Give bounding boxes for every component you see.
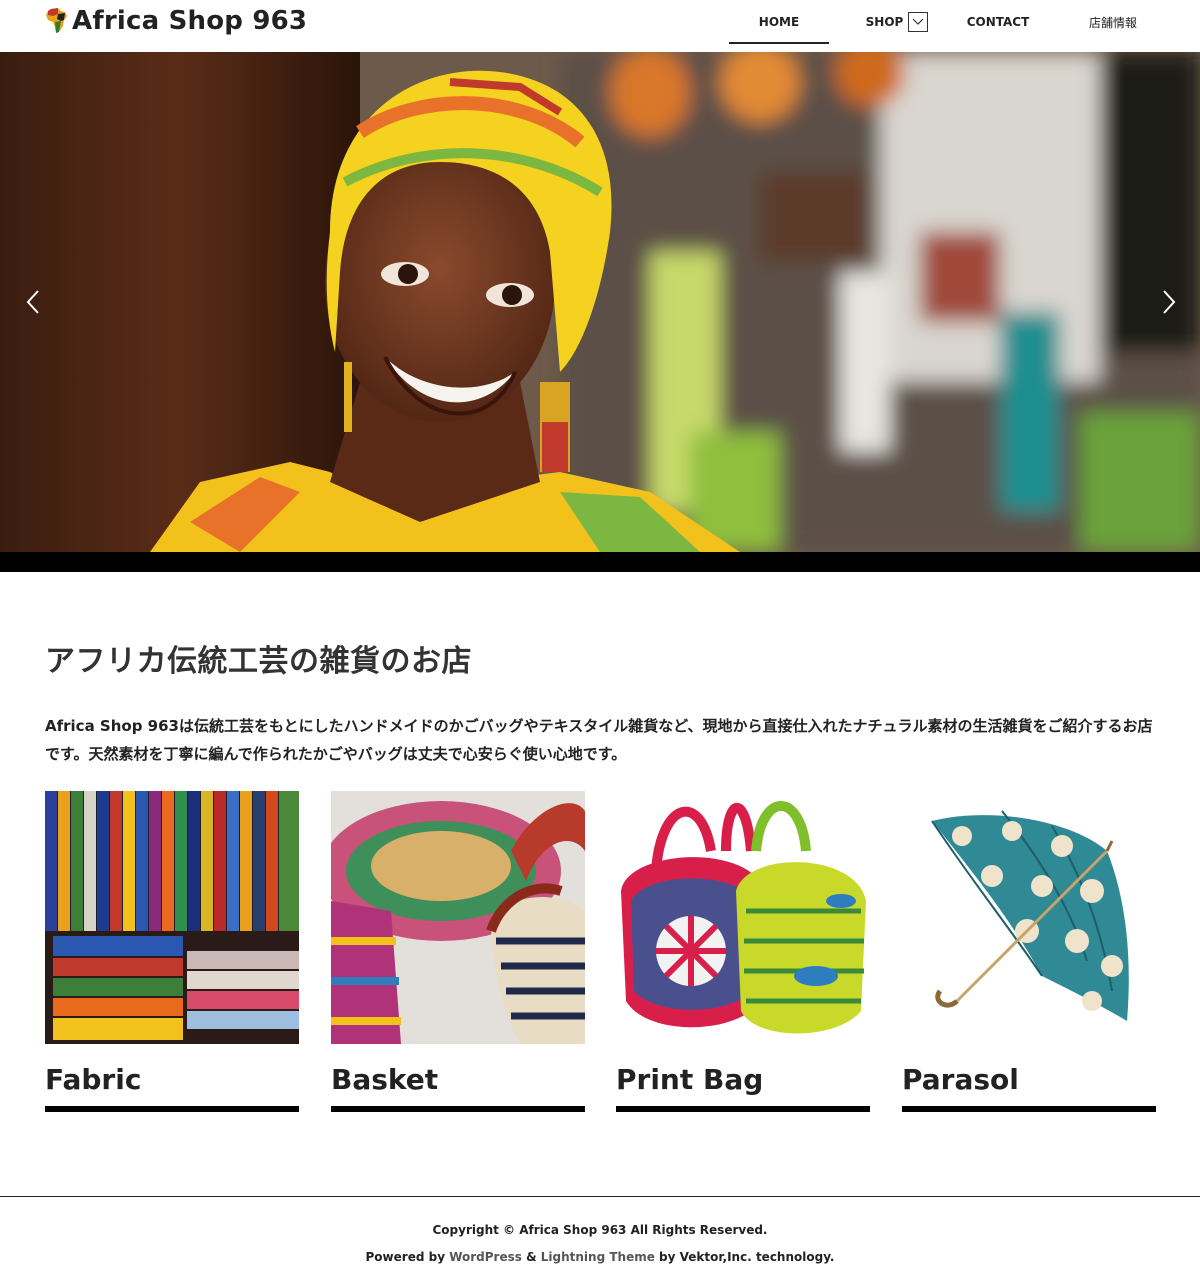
fabric-image	[45, 791, 299, 1044]
nav-home-label: HOME	[758, 15, 800, 29]
lightning-theme-link[interactable]: Lightning Theme	[541, 1250, 655, 1264]
chevron-right-icon	[1163, 290, 1176, 314]
slider-next-button[interactable]	[1154, 287, 1184, 317]
site-logo[interactable]: Africa Shop 963	[45, 4, 307, 38]
title-underline	[45, 1106, 299, 1112]
site-title: Africa Shop 963	[72, 6, 308, 36]
africa-map-icon	[46, 8, 67, 33]
powered-by-vendor: by Vektor,Inc. technology.	[659, 1250, 835, 1264]
site-header: Africa Shop 963 HOME SHOP CONTACT 店舗情報	[0, 0, 1200, 52]
active-indicator	[729, 42, 829, 44]
category-card-parasol[interactable]: Parasol	[902, 791, 1156, 1112]
slider-prev-button[interactable]	[18, 287, 48, 317]
powered-by-amp: &	[526, 1250, 537, 1264]
copyright-text: Copyright © Africa Shop 963 All Rights R…	[432, 1223, 768, 1237]
category-title: Print Bag	[616, 1063, 764, 1096]
nav-shop-label: SHOP	[865, 15, 904, 29]
main-nav: HOME SHOP CONTACT 店舗情報	[728, 0, 1168, 52]
parasol-image	[902, 791, 1156, 1044]
title-underline	[331, 1106, 585, 1112]
wordpress-link[interactable]: WordPress	[449, 1250, 522, 1264]
basket-image	[331, 791, 585, 1044]
page-title: アフリカ伝統工芸の雑貨のお店	[45, 644, 472, 679]
category-title: Parasol	[902, 1063, 1019, 1096]
slider-bottom-bar	[0, 552, 1200, 572]
nav-store-info-label: 店舗情報	[1088, 15, 1137, 30]
footer-divider	[0, 1196, 1200, 1197]
print-bag-image	[616, 791, 870, 1044]
title-underline	[616, 1106, 870, 1112]
chevron-down-icon[interactable]	[908, 12, 929, 32]
nav-contact-label: CONTACT	[966, 15, 1030, 29]
nav-home[interactable]: HOME	[728, 0, 830, 44]
category-title: Fabric	[45, 1063, 142, 1096]
category-title: Basket	[331, 1063, 439, 1096]
powered-by: Powered by WordPress & Lightning Theme b…	[0, 1250, 1200, 1264]
nav-shop[interactable]: SHOP	[848, 0, 946, 44]
category-card-print-bag[interactable]: Print Bag	[616, 791, 870, 1112]
chevron-left-icon	[26, 290, 39, 314]
powered-by-prefix: Powered by	[365, 1250, 446, 1264]
hero-image	[0, 52, 1200, 552]
hero-slider[interactable]	[0, 52, 1200, 552]
category-card-basket[interactable]: Basket	[331, 791, 585, 1112]
title-underline	[902, 1106, 1156, 1112]
nav-contact[interactable]: CONTACT	[946, 0, 1050, 44]
nav-store-info[interactable]: 店舗情報	[1058, 0, 1168, 44]
intro-text: Africa Shop 963は伝統工芸をもとにしたハンドメイドのかごバッグやテ…	[45, 717, 1153, 763]
category-card-fabric[interactable]: Fabric	[45, 791, 299, 1112]
